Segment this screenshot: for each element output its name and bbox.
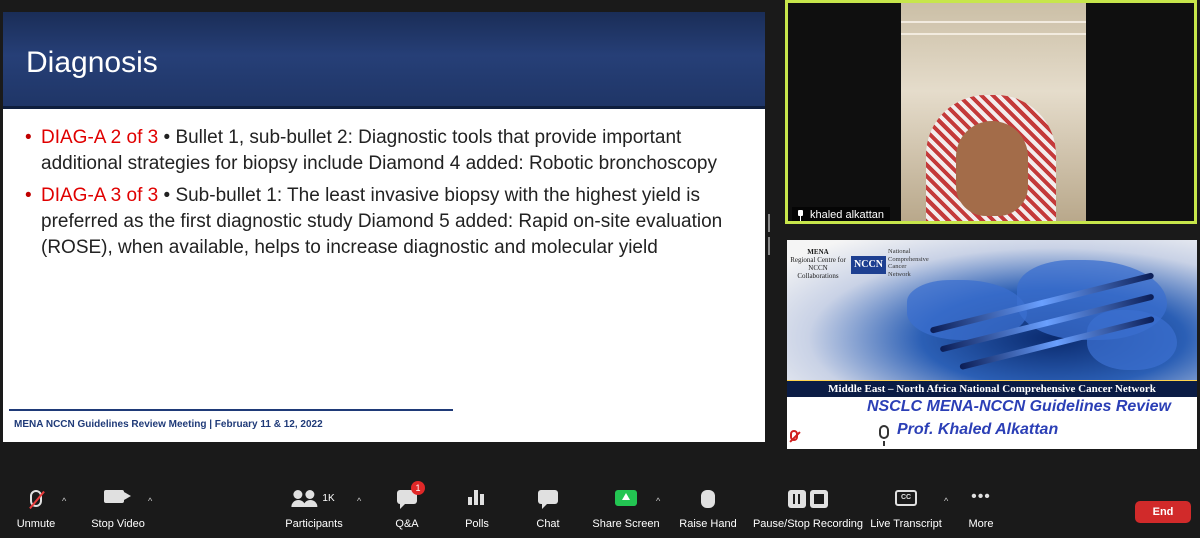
review-title: NSCLC MENA-NCCN Guidelines Review [866,398,1171,415]
bullet-dot-icon: • [25,127,32,148]
participant-name-tag: khaled alkattan [792,207,890,221]
participant-banner-video[interactable]: MENA Regional Centre for NCCN Collaborat… [787,240,1197,449]
slide-bullet: • DIAG-A 2 of 3 • Bullet 1, sub-bullet 2… [25,125,755,177]
participants-count: 1K [322,492,335,504]
pin-icon [802,430,810,441]
nccn-org-text: National Comprehensive Cancer Network [888,248,929,278]
video-options-caret[interactable]: ^ [148,496,152,506]
slide-header: Diagnosis [3,12,765,109]
bullet-dot-icon: • [25,185,32,206]
slide-body: • DIAG-A 2 of 3 • Bullet 1, sub-bullet 2… [25,125,755,267]
pause-icon [788,490,806,508]
active-speaker-video[interactable]: khaled alkattan [785,0,1197,224]
stop-video-button[interactable]: Stop Video [90,490,146,530]
participants-icon [291,490,317,507]
microphone-icon [879,425,889,446]
slide-title: Diagnosis [26,46,158,79]
share-screen-button[interactable]: Share Screen [592,490,660,530]
qa-button[interactable]: 1 Q&A [394,481,425,530]
stop-icon [810,490,828,508]
pin-icon [796,209,805,221]
meeting-toolbar: Unmute ^ Stop Video ^ 1K Participants ^ … [0,478,1200,538]
raise-hand-icon [701,490,715,508]
share-screen-icon [615,490,637,506]
presenter-name: Prof. Khaled Alkattan [897,421,1059,438]
closed-caption-icon: CC [895,490,917,506]
qa-icon: 1 [397,481,425,509]
nccn-logo: NCCN [851,256,886,274]
end-meeting-button[interactable]: End [1135,501,1191,523]
muted-microphone-icon [30,490,42,507]
bullet-tag: DIAG-A 2 of 3 [41,127,159,148]
speaker-face [956,121,1028,216]
nccn-logo-block: MENA Regional Centre for NCCN Collaborat… [787,242,929,292]
footer-divider [9,409,453,411]
bullet-tag: DIAG-A 3 of 3 [41,185,159,206]
participant-name: khaled alkattan [810,209,884,221]
polls-icon [468,490,486,505]
shared-slide: Diagnosis • DIAG-A 2 of 3 • Bullet 1, su… [3,12,765,442]
participants-options-caret[interactable]: ^ [357,496,361,506]
unmute-button[interactable]: Unmute [10,490,62,530]
network-band: Middle East – North Africa National Comp… [787,380,1197,397]
video-feed [901,3,1086,221]
polls-button[interactable]: Polls [464,490,490,530]
slide-bullet: • DIAG-A 3 of 3 • Sub-bullet 1: The leas… [25,183,755,261]
audio-options-caret[interactable]: ^ [62,496,66,506]
qa-badge: 1 [411,481,425,495]
chat-button[interactable]: Chat [535,490,561,530]
muted-mic-icon [790,430,798,441]
raise-hand-button[interactable]: Raise Hand [679,490,737,530]
chat-icon [538,490,558,509]
presenter-row: Prof. Khaled Alkattan [787,420,1197,448]
tile-status-icons [790,430,810,441]
transcript-options-caret[interactable]: ^ [944,496,948,506]
mena-org-text: MENA Regional Centre for NCCN Collaborat… [790,248,846,280]
share-options-caret[interactable]: ^ [656,496,660,506]
panel-splitter-handle[interactable] [768,214,774,255]
more-dots-icon: ••• [971,488,991,505]
slide-footer: MENA NCCN Guidelines Review Meeting | Fe… [14,419,323,430]
video-camera-icon [104,490,131,503]
